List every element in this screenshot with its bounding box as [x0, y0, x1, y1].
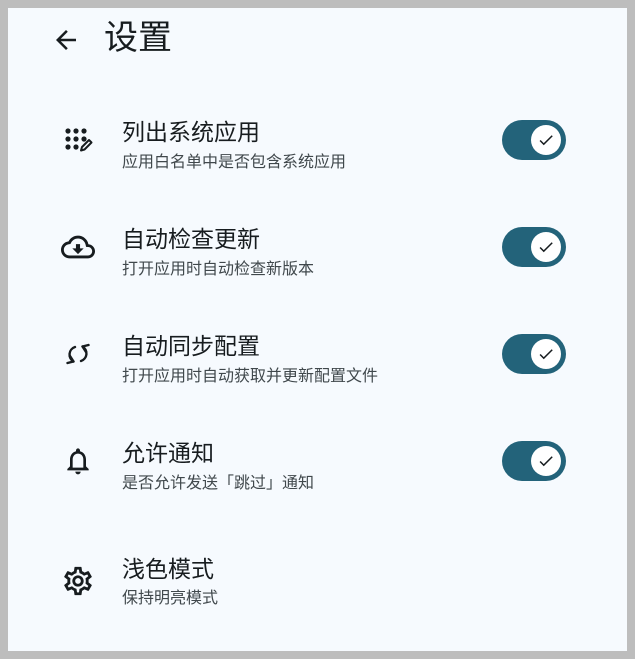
setting-title: 自动同步配置	[122, 334, 260, 360]
toggle-allow-notifications[interactable]	[502, 441, 566, 481]
setting-subtitle: 应用白名单中是否包含系统应用	[122, 152, 347, 171]
setting-title: 浅色模式	[122, 557, 214, 583]
sync-icon	[60, 336, 96, 372]
top-app-bar: 设置	[8, 8, 627, 68]
toggle-thumb	[531, 125, 561, 155]
setting-title: 自动检查更新	[122, 227, 260, 253]
toggle-auto-sync-config[interactable]	[502, 334, 566, 374]
bell-icon	[60, 443, 96, 479]
arrow-back-icon	[56, 30, 76, 50]
setting-subtitle: 是否允许发送「跳过」通知	[122, 473, 315, 492]
toggle-thumb	[531, 339, 561, 369]
check-icon	[539, 135, 553, 146]
setting-subtitle: 打开应用时自动检查新版本	[122, 259, 315, 278]
setting-row-light-mode[interactable]: 浅色模式 保持明亮模式	[8, 538, 627, 638]
setting-subtitle: 保持明亮模式	[122, 588, 219, 607]
setting-title: 允许通知	[122, 441, 214, 467]
setting-row-list-system-apps[interactable]: 列出系统应用 应用白名单中是否包含系统应用	[8, 98, 627, 198]
check-icon	[539, 349, 553, 360]
setting-title: 列出系统应用	[122, 120, 260, 146]
back-button[interactable]	[44, 18, 88, 62]
cloud-download-icon	[60, 229, 96, 265]
toggle-thumb	[531, 446, 561, 476]
toggle-thumb	[531, 232, 561, 262]
settings-screen: 设置 列出系统应用 应用白名单中是否包含系统应用 自动检查更新 打开应用时自动检…	[8, 8, 627, 651]
setting-row-auto-check-update[interactable]: 自动检查更新 打开应用时自动检查新版本	[8, 205, 627, 305]
toggle-auto-check-update[interactable]	[502, 227, 566, 267]
gear-icon	[60, 563, 96, 599]
toggle-list-system-apps[interactable]	[502, 120, 566, 160]
setting-row-allow-notifications[interactable]: 允许通知 是否允许发送「跳过」通知	[8, 419, 627, 519]
apps-edit-icon	[60, 122, 96, 158]
check-icon	[539, 456, 553, 467]
setting-subtitle: 打开应用时自动获取并更新配置文件	[122, 366, 379, 385]
check-icon	[539, 242, 553, 253]
page-title: 设置	[104, 18, 172, 58]
setting-row-auto-sync-config[interactable]: 自动同步配置 打开应用时自动获取并更新配置文件	[8, 312, 627, 412]
